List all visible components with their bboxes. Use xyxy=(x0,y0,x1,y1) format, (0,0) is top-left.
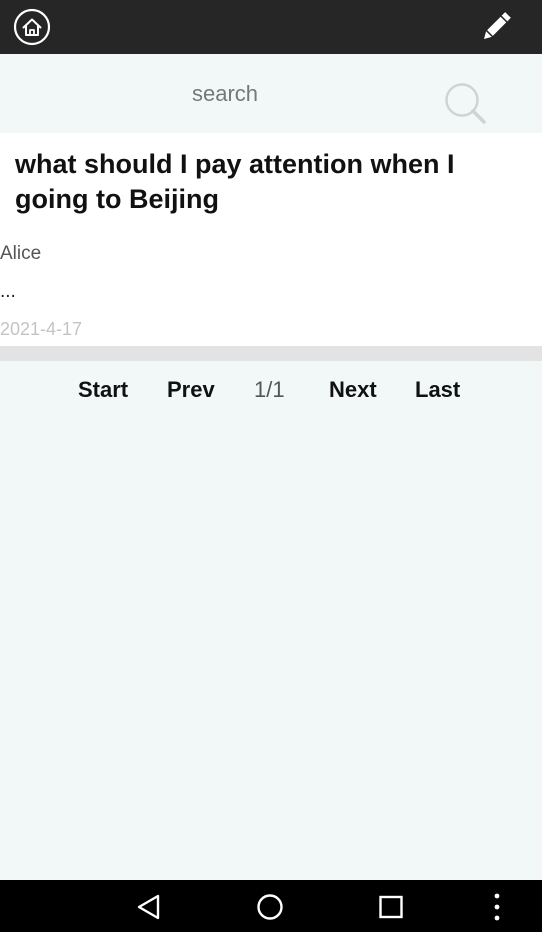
system-navigation-bar xyxy=(0,880,542,932)
search-input[interactable] xyxy=(0,54,450,133)
more-vertical-icon[interactable] xyxy=(490,892,504,922)
pencil-icon[interactable] xyxy=(476,7,516,47)
divider xyxy=(0,346,542,361)
pagination: Start Prev 1/1 Next Last xyxy=(0,361,542,417)
post-title[interactable]: what should I pay attention when I going… xyxy=(15,147,515,217)
search-bar xyxy=(0,54,542,133)
start-page-button[interactable]: Start xyxy=(78,377,128,403)
search-icon[interactable] xyxy=(440,80,490,130)
post-author: Alice xyxy=(0,243,42,264)
next-page-button[interactable]: Next xyxy=(329,377,377,403)
top-app-bar xyxy=(0,0,542,54)
last-page-button[interactable]: Last xyxy=(415,377,460,403)
home-circle-icon[interactable] xyxy=(255,893,285,921)
page-indicator: 1/1 xyxy=(254,377,285,402)
post-excerpt: ... xyxy=(0,281,16,302)
prev-page-button[interactable]: Prev xyxy=(167,377,215,403)
post-date: 2021-4-17 xyxy=(0,319,83,339)
recents-square-icon[interactable] xyxy=(377,893,405,921)
post-card[interactable]: what should I pay attention when I going… xyxy=(0,133,542,346)
back-triangle-icon[interactable] xyxy=(134,893,164,921)
home-icon[interactable] xyxy=(13,8,51,46)
